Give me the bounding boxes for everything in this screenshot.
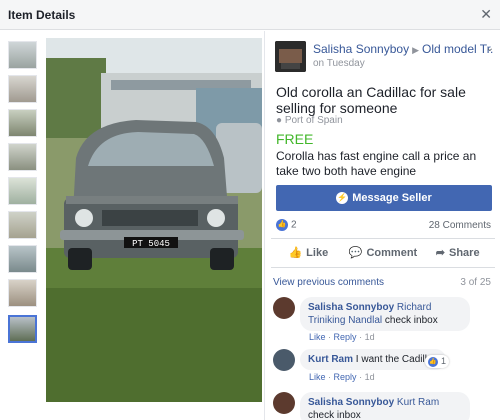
listing-description: Corolla has fast engine call a price an … [276, 149, 477, 178]
dialog-title: Item Details [8, 8, 76, 22]
share-icon: ➦ [435, 247, 445, 259]
comment-mention[interactable]: Kurt Ram [397, 397, 439, 408]
comment-time[interactable]: 1d [365, 332, 375, 342]
license-plate: PT 5045 [132, 239, 170, 249]
message-seller-label: Message Seller [352, 192, 432, 204]
comment-item: Kurt Ram I want the Cadillac 👍 1 Like · R… [273, 349, 497, 389]
like-button[interactable]: 👍 Like [271, 239, 346, 267]
messenger-icon: ⚡ [336, 192, 349, 205]
car-photo-image: PT 5045 [46, 38, 262, 402]
message-seller-button[interactable]: ⚡ Message Seller [276, 185, 492, 211]
comments-page-count: 3 of 25 [460, 277, 491, 288]
comment-author[interactable]: Salisha Sonnyboy [308, 302, 394, 313]
comment-bubble: Salisha Sonnyboy Kurt Ram check inbox [300, 392, 470, 420]
like-reaction-icon: 👍 [428, 356, 438, 367]
comment-author[interactable]: Salisha Sonnyboy [308, 397, 394, 408]
like-count: 2 [291, 219, 297, 231]
thumbnail[interactable] [8, 211, 37, 239]
comment-author[interactable]: Kurt Ram [308, 354, 353, 365]
location-line: ● Port of Spain [276, 115, 343, 126]
seller-avatar[interactable] [275, 41, 306, 72]
comment-bubble: Kurt Ram I want the Cadillac [300, 349, 446, 370]
comment-reply-link[interactable]: Reply [334, 332, 357, 342]
view-previous-comments-link[interactable]: View previous comments [273, 277, 384, 288]
comment-time[interactable]: 1d [365, 372, 375, 382]
comment-item: Salisha Sonnyboy Richard Triniking Nandl… [273, 297, 497, 343]
map-pin-icon: ● [276, 115, 283, 126]
comment-item: Salisha Sonnyboy Kurt Ram check inbox [273, 392, 497, 420]
comment-icon: 💬 [348, 247, 363, 259]
thumbs-up-icon: 👍 [288, 247, 303, 259]
like-reaction-icon: 👍 [276, 219, 288, 231]
chevron-down-icon[interactable]: ⌄ [486, 43, 494, 54]
thumbnail-selected[interactable] [8, 315, 37, 343]
thumbnail[interactable] [8, 245, 37, 273]
action-bar: 👍 Like 💬 Comment ➦ Share [271, 238, 495, 268]
reaction-summary[interactable]: 👍 2 [276, 219, 297, 231]
triangle-right-icon: ▶ [412, 45, 419, 55]
comment-reaction-badge[interactable]: 👍 1 [425, 355, 450, 368]
share-label: Share [449, 247, 480, 259]
comment-like-link[interactable]: Like [309, 372, 326, 382]
listing-title: Old corolla an Cadillac for sale selling… [276, 84, 466, 116]
dialog-header: Item Details ✕ [0, 0, 500, 30]
seller-breadcrumb: Salisha Sonnyboy ▶ Old model Tr... [313, 42, 493, 56]
thumbnail-strip [0, 31, 44, 420]
comment-bubble: Salisha Sonnyboy Richard Triniking Nandl… [300, 297, 470, 331]
thumbnail[interactable] [8, 109, 37, 137]
comment-like-link[interactable]: Like [309, 332, 326, 342]
comment-meta: Like · Reply · 1d [309, 372, 375, 382]
comment-text: check inbox [308, 410, 361, 420]
group-name[interactable]: Old model Tr... [422, 42, 493, 56]
like-label: Like [306, 247, 329, 259]
comment-meta: Like · Reply · 1d [309, 332, 375, 342]
comment-reaction-count: 1 [441, 356, 447, 366]
comment-text: check inbox [384, 315, 438, 326]
thumbnail[interactable] [8, 177, 37, 205]
price: FREE [276, 131, 314, 147]
thumbnail[interactable] [8, 75, 37, 103]
close-icon[interactable]: ✕ [480, 6, 492, 22]
seller-name[interactable]: Salisha Sonnyboy [313, 42, 409, 56]
commenter-avatar[interactable] [273, 349, 295, 371]
thumbnail[interactable] [8, 143, 37, 171]
commenter-avatar[interactable] [273, 297, 295, 319]
comment-reply-link[interactable]: Reply [334, 372, 357, 382]
location-text[interactable]: Port of Spain [285, 115, 343, 126]
share-button[interactable]: ➦ Share [420, 239, 495, 267]
comment-label: Comment [366, 247, 418, 259]
thumbnail[interactable] [8, 41, 37, 69]
item-photo: PT 5045 [46, 38, 262, 402]
details-panel: Salisha Sonnyboy ▶ Old model Tr... on Tues… [264, 31, 500, 420]
comment-button[interactable]: 💬 Comment [346, 239, 421, 267]
thumbnail[interactable] [8, 279, 37, 307]
seller-avatar-image [275, 41, 306, 72]
commenter-avatar[interactable] [273, 392, 295, 414]
comments-count[interactable]: 28 Comments [429, 220, 491, 231]
posted-time[interactable]: on Tuesday [313, 58, 365, 69]
